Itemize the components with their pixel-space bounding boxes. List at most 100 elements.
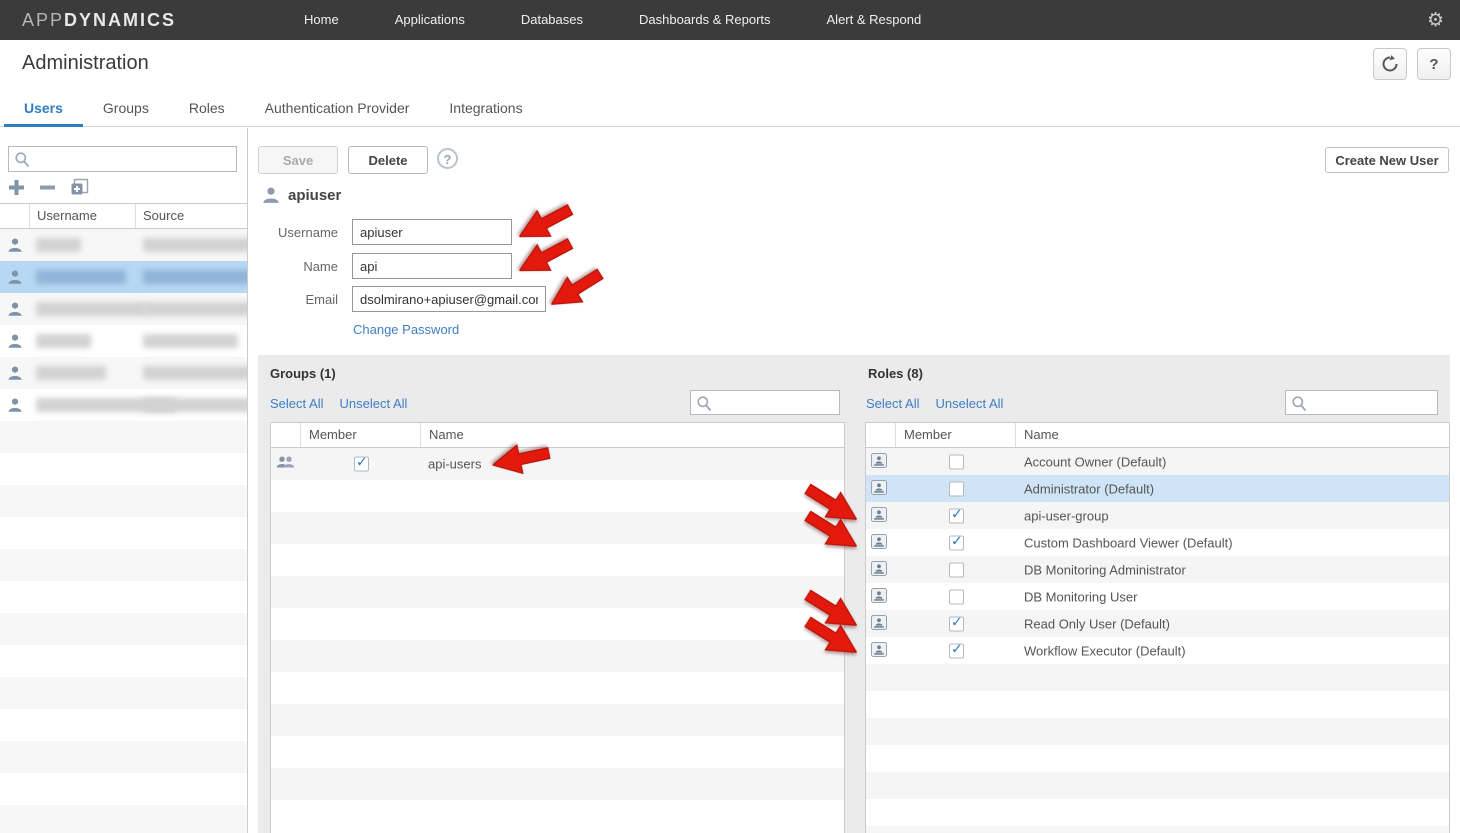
user-list-actions — [8, 176, 90, 198]
refresh-button[interactable] — [1373, 48, 1407, 80]
account-owner-default-member-checkbox[interactable] — [949, 454, 964, 469]
empty-row — [0, 613, 247, 645]
copy-user-button[interactable] — [70, 178, 90, 196]
remove-user-button[interactable] — [39, 179, 56, 196]
nav-item-home[interactable]: Home — [276, 0, 367, 40]
source-column-header: Source — [136, 204, 247, 228]
roles-search-input[interactable] — [1310, 392, 1433, 413]
add-user-button[interactable] — [8, 179, 25, 196]
groups-search-input[interactable] — [715, 392, 835, 413]
empty-row — [271, 576, 844, 608]
administrator-default-row[interactable]: Administrator (Default) — [866, 475, 1449, 502]
groups-rows: api-users — [271, 448, 844, 832]
nav-item-applications[interactable]: Applications — [367, 0, 493, 40]
help-button[interactable]: ? — [1417, 48, 1451, 80]
row-name: api-users — [428, 457, 481, 472]
search-icon — [14, 151, 30, 168]
empty-row — [271, 640, 844, 672]
administrator-default-member-checkbox[interactable] — [949, 481, 964, 496]
groups-links: Select All Unselect All — [270, 396, 407, 411]
tab-roles[interactable]: Roles — [169, 92, 245, 126]
read-only-user-default-row[interactable]: Read Only User (Default) — [866, 610, 1449, 637]
api-users-row[interactable]: api-users — [271, 448, 844, 480]
roles-table: Member Name Account Owner (Default)Admin… — [865, 422, 1450, 833]
user-row[interactable] — [0, 293, 247, 325]
workflow-executor-default-row[interactable]: Workflow Executor (Default) — [866, 637, 1449, 664]
nav-item-dashboards-reports[interactable]: Dashboards & Reports — [611, 0, 799, 40]
tab-integrations[interactable]: Integrations — [429, 92, 542, 126]
name-field[interactable] — [352, 253, 512, 279]
empty-row — [271, 736, 844, 768]
user-row[interactable] — [0, 389, 247, 421]
empty-row — [0, 773, 247, 805]
group-icon-column-header — [271, 423, 301, 447]
empty-row — [866, 826, 1449, 833]
groups-table-header: Member Name — [271, 422, 844, 448]
empty-row — [0, 549, 247, 581]
create-new-user-button[interactable]: Create New User — [1325, 147, 1449, 173]
api-user-group-row[interactable]: api-user-group — [866, 502, 1449, 529]
redacted-username — [36, 334, 91, 348]
username-column-header: Username — [30, 204, 136, 228]
top-navbar: APPDYNAMICS HomeApplicationsDatabasesDas… — [0, 0, 1460, 40]
email-field[interactable] — [352, 286, 546, 312]
groups-unselect-all-link[interactable]: Unselect All — [339, 396, 407, 411]
empty-row — [0, 709, 247, 741]
db-monitoring-administrator-row[interactable]: DB Monitoring Administrator — [866, 556, 1449, 583]
custom-dashboard-viewer-default-row[interactable]: Custom Dashboard Viewer (Default) — [866, 529, 1449, 556]
user-row[interactable] — [0, 229, 247, 261]
user-list — [0, 229, 247, 833]
roles-unselect-all-link[interactable]: Unselect All — [935, 396, 1003, 411]
workflow-executor-default-member-checkbox[interactable] — [949, 643, 964, 658]
group-icon — [276, 455, 295, 470]
role-badge-icon — [871, 642, 887, 657]
logo-app-text: APP — [22, 10, 64, 30]
empty-row — [0, 517, 247, 549]
read-only-user-default-member-checkbox[interactable] — [949, 616, 964, 631]
db-monitoring-user-row[interactable]: DB Monitoring User — [866, 583, 1449, 610]
delete-button[interactable]: Delete — [348, 146, 428, 174]
empty-row — [866, 799, 1449, 826]
empty-row — [0, 741, 247, 773]
tab-authentication-provider[interactable]: Authentication Provider — [245, 92, 430, 126]
gear-icon[interactable]: ⚙ — [1427, 0, 1444, 40]
redacted-username — [36, 302, 146, 316]
empty-row — [0, 421, 247, 453]
page-title: Administration — [22, 52, 149, 75]
empty-row — [866, 718, 1449, 745]
person-icon — [7, 397, 23, 413]
user-row[interactable] — [0, 261, 247, 293]
groups-select-all-link[interactable]: Select All — [270, 396, 323, 411]
tab-users[interactable]: Users — [4, 92, 83, 126]
appdynamics-logo: APPDYNAMICS — [22, 10, 176, 31]
username-field[interactable] — [352, 219, 512, 245]
custom-dashboard-viewer-default-member-checkbox[interactable] — [949, 535, 964, 550]
roles-name-column-header: Name — [1016, 423, 1449, 447]
user-row[interactable] — [0, 325, 247, 357]
tab-groups[interactable]: Groups — [83, 92, 169, 126]
api-users-member-checkbox[interactable] — [354, 457, 369, 472]
redacted-source — [143, 366, 247, 380]
roles-member-column-header: Member — [896, 423, 1016, 447]
nav-item-alert-respond[interactable]: Alert & Respond — [799, 0, 950, 40]
roles-panel-title: Roles (8) — [868, 366, 923, 381]
db-monitoring-user-member-checkbox[interactable] — [949, 589, 964, 604]
nav-item-databases[interactable]: Databases — [493, 0, 611, 40]
email-form-row: Email — [258, 286, 546, 312]
empty-row — [271, 544, 844, 576]
save-button[interactable]: Save — [258, 146, 338, 174]
minus-icon — [39, 179, 56, 196]
username-label: Username — [258, 225, 338, 240]
redacted-username — [36, 270, 126, 284]
form-help-icon[interactable]: ? — [437, 148, 458, 169]
account-owner-default-row[interactable]: Account Owner (Default) — [866, 448, 1449, 475]
user-search-input[interactable] — [33, 148, 232, 170]
groups-panel-title: Groups (1) — [270, 366, 336, 381]
db-monitoring-administrator-member-checkbox[interactable] — [949, 562, 964, 577]
api-user-group-member-checkbox[interactable] — [949, 508, 964, 523]
roles-select-all-link[interactable]: Select All — [866, 396, 919, 411]
membership-panels: Groups (1) Select All Unselect All Membe… — [258, 355, 1450, 833]
change-password-link[interactable]: Change Password — [353, 322, 459, 337]
user-title-text: apiuser — [288, 187, 341, 204]
user-row[interactable] — [0, 357, 247, 389]
